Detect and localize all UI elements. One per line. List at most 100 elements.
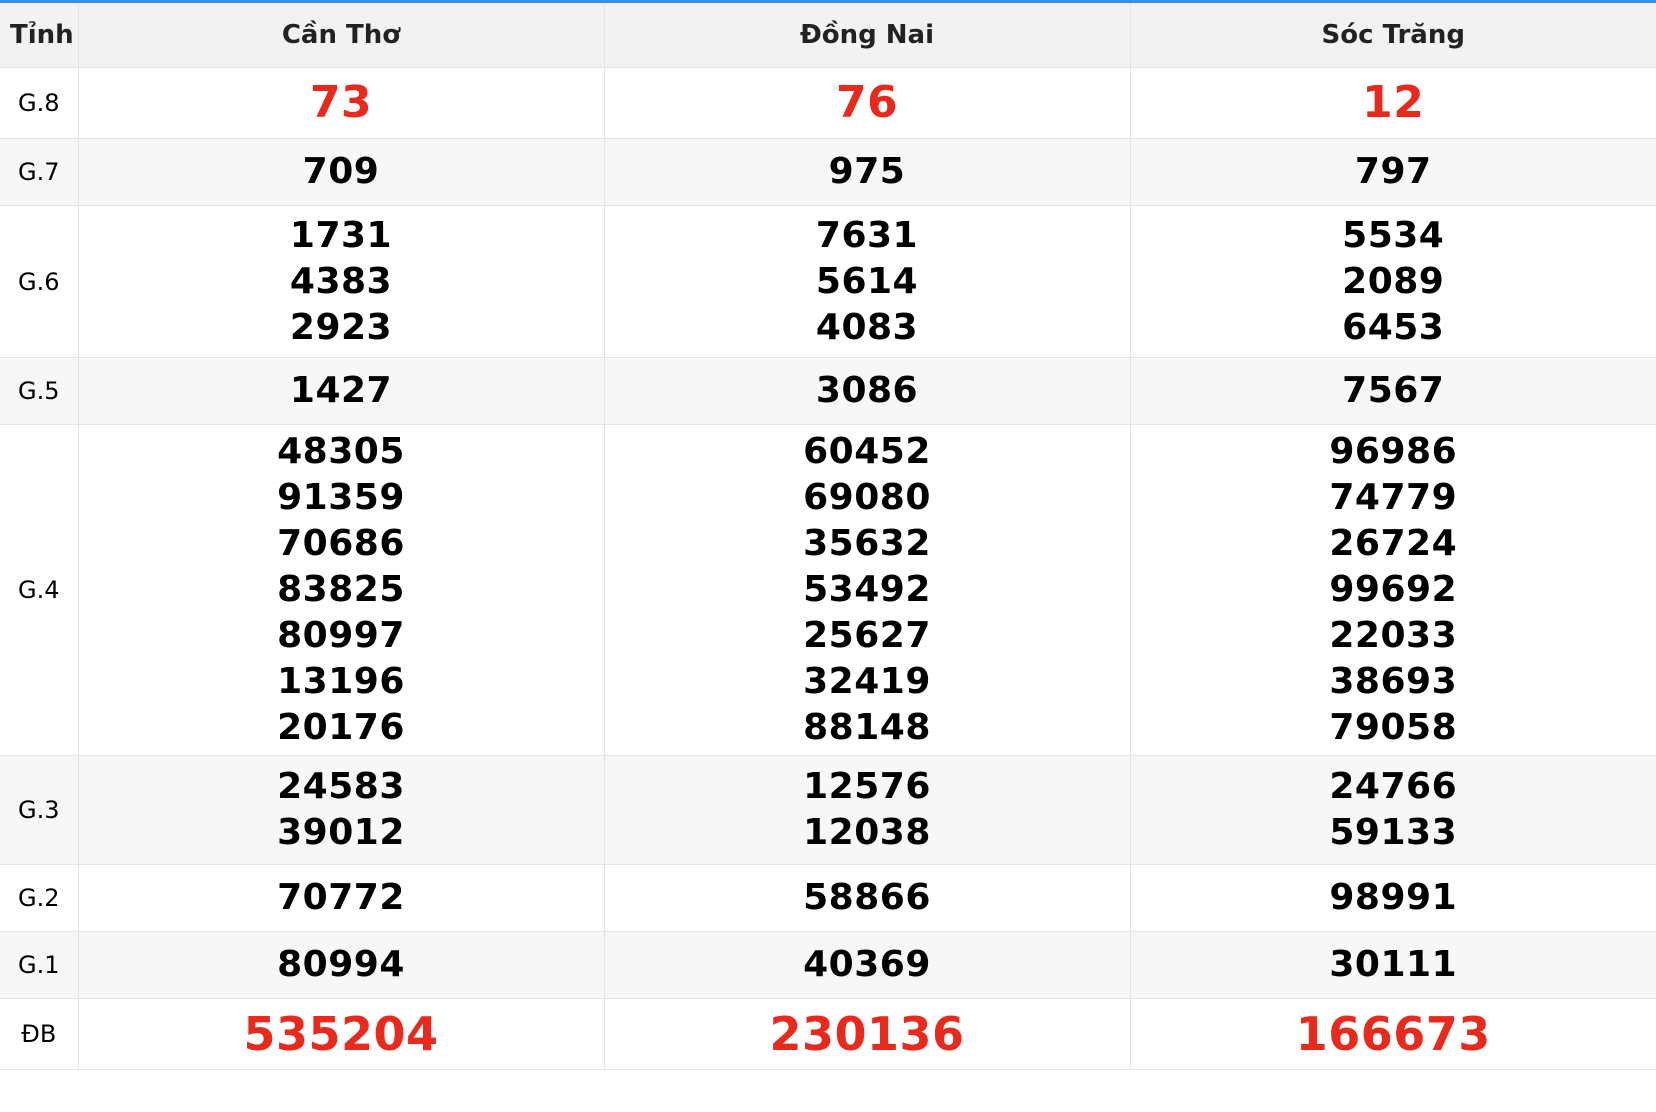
prize-label-g1: G.1 [0, 931, 79, 999]
special-prize-number: 230136 [769, 1007, 965, 1061]
prize-number: 58866 [803, 877, 931, 918]
prize-number: 13196 [277, 661, 405, 702]
prize-label-g8: G.8 [0, 67, 79, 139]
prize-number: 80997 [277, 615, 405, 656]
header-province-dong-nai[interactable]: Đồng Nai [603, 3, 1131, 68]
prize-number: 83825 [277, 569, 405, 610]
prize-number: 12 [1362, 77, 1425, 128]
prize-number: 25627 [803, 615, 931, 656]
prize-number: 24583 [277, 766, 405, 807]
prize-cell: 76 [603, 67, 1131, 139]
prize-number: 2089 [1342, 260, 1445, 302]
prize-number: 6453 [1342, 306, 1445, 348]
prize-cell: 70772 [77, 864, 605, 932]
prize-number: 1427 [289, 370, 393, 411]
prize-number: 76 [835, 77, 899, 128]
prize-cell: 98991 [1129, 864, 1656, 932]
prize-cell: 12 [1129, 67, 1656, 139]
prize-number: 40369 [803, 944, 931, 985]
prize-row-g5: G.5 1427 3086 7567 [0, 357, 1656, 425]
prize-number: 88148 [803, 707, 931, 748]
prize-row-special: ĐB 535204 230136 166673 [0, 998, 1656, 1070]
prize-number: 70772 [277, 877, 405, 918]
prize-number: 1731 [289, 214, 393, 256]
prize-number: 35632 [803, 523, 931, 564]
prize-cell: 7567 [1129, 357, 1656, 425]
header-province-label: Tỉnh [0, 3, 79, 68]
prize-label-g4: G.4 [0, 424, 79, 756]
prize-cell: 60452 69080 35632 53492 25627 32419 8814… [603, 424, 1131, 756]
prize-row-g8: G.8 73 76 12 [0, 67, 1656, 139]
prize-number: 797 [1354, 151, 1432, 192]
prize-row-g2: G.2 70772 58866 98991 [0, 864, 1656, 932]
prize-row-g1: G.1 80994 40369 30111 [0, 931, 1656, 999]
prize-cell: 58866 [603, 864, 1131, 932]
prize-number: 709 [302, 151, 380, 192]
prize-label-g3: G.3 [0, 755, 79, 865]
prize-cell: 709 [77, 138, 605, 206]
prize-number: 99692 [1329, 569, 1458, 610]
prize-number: 53492 [803, 569, 931, 610]
prize-cell: 975 [603, 138, 1131, 206]
special-prize-number: 535204 [243, 1007, 439, 1061]
table-header-row: Tỉnh Cần Thơ Đồng Nai Sóc Trăng [0, 3, 1656, 68]
prize-number: 91359 [277, 477, 405, 518]
prize-label-g7: G.7 [0, 138, 79, 206]
prize-number: 12576 [803, 766, 931, 807]
prize-cell: 12576 12038 [603, 755, 1131, 865]
prize-label-g5: G.5 [0, 357, 79, 425]
prize-cell: 96986 74779 26724 99692 22033 38693 7905… [1129, 424, 1656, 756]
prize-number: 4083 [815, 306, 919, 348]
prize-number: 3086 [815, 370, 919, 411]
prize-number: 22033 [1329, 615, 1458, 656]
prize-cell: 7631 5614 4083 [603, 205, 1131, 358]
prize-label-g6: G.6 [0, 205, 79, 358]
prize-number: 73 [309, 77, 373, 128]
prize-row-g7: G.7 709 975 797 [0, 138, 1656, 206]
prize-row-g3: G.3 24583 39012 12576 12038 24766 59133 [0, 755, 1656, 865]
prize-cell: 1731 4383 2923 [77, 205, 605, 358]
prize-number: 38693 [1329, 661, 1458, 702]
prize-label-special: ĐB [0, 998, 79, 1070]
prize-cell: 24583 39012 [77, 755, 605, 865]
prize-number: 69080 [803, 477, 931, 518]
prize-cell: 797 [1129, 138, 1656, 206]
prize-cell: 166673 [1129, 998, 1656, 1070]
header-province-can-tho[interactable]: Cần Thơ [77, 3, 605, 68]
prize-cell: 5534 2089 6453 [1129, 205, 1656, 358]
prize-number: 79058 [1329, 707, 1458, 748]
prize-number: 7631 [815, 214, 919, 256]
prize-cell: 3086 [603, 357, 1131, 425]
prize-cell: 73 [77, 67, 605, 139]
prize-number: 39012 [277, 812, 405, 853]
prize-number: 5534 [1342, 214, 1445, 256]
prize-number: 975 [828, 151, 906, 192]
prize-cell: 1427 [77, 357, 605, 425]
prize-number: 98991 [1329, 877, 1458, 918]
prize-number: 60452 [803, 431, 931, 472]
prize-cell: 80994 [77, 931, 605, 999]
prize-cell: 230136 [603, 998, 1131, 1070]
prize-cell: 30111 [1129, 931, 1656, 999]
prize-cell: 48305 91359 70686 83825 80997 13196 2017… [77, 424, 605, 756]
special-prize-number: 166673 [1295, 1007, 1491, 1061]
prize-cell: 535204 [77, 998, 605, 1070]
header-province-soc-trang[interactable]: Sóc Trăng [1129, 3, 1656, 68]
prize-number: 48305 [277, 431, 405, 472]
prize-number: 2923 [289, 306, 393, 348]
prize-number: 24766 [1329, 766, 1458, 807]
prize-number: 59133 [1329, 812, 1458, 853]
prize-number: 12038 [803, 812, 931, 853]
prize-cell: 40369 [603, 931, 1131, 999]
prize-row-g6: G.6 1731 4383 2923 7631 5614 4083 5534 2… [0, 205, 1656, 358]
prize-number: 20176 [277, 707, 405, 748]
prize-cell: 24766 59133 [1129, 755, 1656, 865]
prize-number: 70686 [277, 523, 405, 564]
prize-number: 74779 [1329, 477, 1458, 518]
prize-number: 32419 [803, 661, 931, 702]
prize-number: 4383 [289, 260, 393, 302]
prize-label-g2: G.2 [0, 864, 79, 932]
prize-number: 96986 [1329, 431, 1458, 472]
prize-number: 26724 [1329, 523, 1458, 564]
prize-number: 5614 [815, 260, 919, 302]
